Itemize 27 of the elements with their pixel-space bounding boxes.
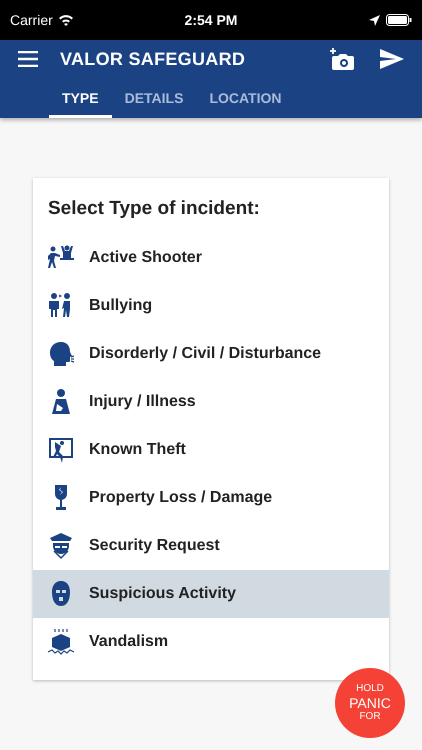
tab[interactable]: TYPE xyxy=(49,78,112,118)
incident-type-item[interactable]: Suspicious Activity xyxy=(33,570,389,618)
battery-icon xyxy=(386,14,412,26)
incident-type-item[interactable]: Active Shooter xyxy=(33,234,389,282)
add-photo-button[interactable] xyxy=(330,48,354,70)
police-officer-icon xyxy=(47,532,75,560)
broken-box-icon xyxy=(47,628,75,656)
incident-type-item[interactable]: Vandalism xyxy=(33,618,389,666)
tab[interactable]: DETAILS xyxy=(112,78,196,118)
incident-type-item[interactable]: Known Theft xyxy=(33,426,389,474)
speaking-head-icon xyxy=(47,340,75,368)
card-heading: Select Type of incident: xyxy=(47,197,261,221)
menu-button[interactable] xyxy=(18,51,38,67)
window-thief-icon xyxy=(47,436,75,464)
app-title: VALOR SAFEGUARD xyxy=(60,48,246,70)
tab[interactable]: LOCATION xyxy=(196,78,295,118)
location-arrow-icon xyxy=(369,14,380,26)
incident-type-item[interactable]: Property Loss / Damage xyxy=(33,474,389,522)
incident-type-item[interactable]: Disorderly / Civil / Disturbance xyxy=(33,330,389,378)
incident-type-item[interactable]: Injury / Illness xyxy=(33,378,389,426)
wifi-icon xyxy=(58,14,74,26)
send-button[interactable] xyxy=(380,49,404,69)
clock-time: 2:54 PM xyxy=(184,12,238,28)
carrier-label: Carrier xyxy=(10,12,53,28)
incident-type-item[interactable]: Security Request xyxy=(33,522,389,570)
panic-button[interactable]: HOLD PANIC FOR xyxy=(335,668,405,738)
incident-type-item[interactable]: Bullying xyxy=(33,282,389,330)
